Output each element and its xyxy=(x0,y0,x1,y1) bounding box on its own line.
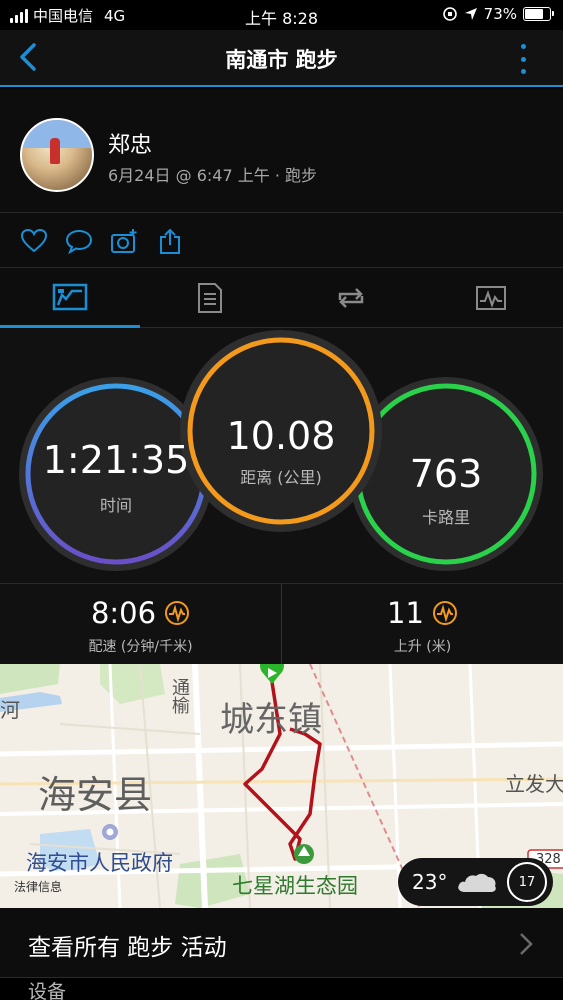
battery-percent: 73% xyxy=(483,5,517,23)
ascent-stat[interactable]: 11 上升 (米) xyxy=(282,584,563,665)
map-label-gov: 海安市人民政府 xyxy=(26,851,173,875)
battery-icon xyxy=(523,7,554,21)
view-all-activities[interactable]: 查看所有 跑步 活动 xyxy=(0,908,563,978)
add-photo-icon[interactable] xyxy=(110,227,138,255)
pace-ascent-row: 8:06 配速 (分钟/千米) 11 上升 (米) xyxy=(0,583,563,665)
chart-icon xyxy=(476,286,506,310)
ascent-value: 11 xyxy=(387,596,424,630)
ascent-insight-icon xyxy=(432,601,457,625)
weather-temp: 23° xyxy=(412,870,448,894)
status-bar: 中国电信 4G 上午 8:28 73% xyxy=(0,0,563,30)
more-options-button[interactable] xyxy=(519,44,527,74)
orientation-lock-icon xyxy=(442,7,457,21)
action-bar xyxy=(0,213,563,268)
document-icon xyxy=(198,283,222,313)
activity-meta: 6月24日 @ 6:47 上午 · 跑步 xyxy=(108,166,317,185)
wind-indicator: 17 xyxy=(507,862,547,902)
devices-section-label: 设备 xyxy=(28,981,67,1000)
time-label: 时间 xyxy=(99,496,132,515)
calories-value: 763 xyxy=(409,452,483,496)
stats-panel: 1:21:35 时间 10.08 距离 (公里) 763 卡路里 xyxy=(0,328,563,583)
page-title: 南通市 跑步 xyxy=(225,48,338,72)
status-right: 73% xyxy=(442,5,554,23)
map-label-east: 立发大 xyxy=(505,772,563,796)
user-name[interactable]: 郑忠 xyxy=(108,127,152,159)
pace-insight-icon xyxy=(165,601,190,625)
view-all-label: 查看所有 跑步 活动 xyxy=(28,935,227,961)
detail-tabs xyxy=(0,268,563,328)
location-icon xyxy=(464,8,477,20)
calories-stat: 763 卡路里 xyxy=(358,452,534,528)
pace-value: 8:06 xyxy=(90,596,157,630)
map-label-county: 海安县 xyxy=(38,773,153,817)
overview-icon xyxy=(52,283,88,310)
map-label-town: 城东镇 xyxy=(220,700,322,740)
comment-icon[interactable] xyxy=(65,227,93,255)
share-icon[interactable] xyxy=(157,227,185,255)
pace-label: 配速 (分钟/千米) xyxy=(88,639,193,655)
distance-label: 距离 (公里) xyxy=(240,468,322,487)
time-stat: 1:21:35 时间 xyxy=(28,438,204,516)
map-label-road: 通榆 xyxy=(169,678,190,714)
ascent-label: 上升 (米) xyxy=(393,639,452,655)
map-label-river: 河 xyxy=(0,698,20,722)
activity-owner: 郑忠 6月24日 @ 6:47 上午 · 跑步 xyxy=(0,89,563,213)
app-header: 南通市 跑步 xyxy=(0,30,563,87)
laps-icon xyxy=(338,288,364,308)
cloud-icon xyxy=(458,873,497,892)
chevron-right-icon xyxy=(520,933,533,955)
tab-stats[interactable] xyxy=(140,268,280,328)
time-value: 1:21:35 xyxy=(42,438,190,482)
tab-laps[interactable] xyxy=(281,268,421,328)
calories-label: 卡路里 xyxy=(421,508,470,527)
legal-info-link[interactable]: 法律信息 xyxy=(14,878,62,895)
tab-overview[interactable] xyxy=(0,268,140,328)
distance-value: 10.08 xyxy=(226,414,336,458)
weather-badge[interactable]: 23° 17 xyxy=(398,858,553,906)
wind-speed: 17 xyxy=(518,874,536,890)
avatar[interactable] xyxy=(20,118,94,192)
like-heart-icon[interactable] xyxy=(20,227,48,255)
distance-stat: 10.08 距离 (公里) xyxy=(190,414,372,488)
map-label-park: 七星湖生态园 xyxy=(232,874,358,898)
tab-charts[interactable] xyxy=(421,268,561,328)
pace-stat[interactable]: 8:06 配速 (分钟/千米) xyxy=(0,584,281,665)
